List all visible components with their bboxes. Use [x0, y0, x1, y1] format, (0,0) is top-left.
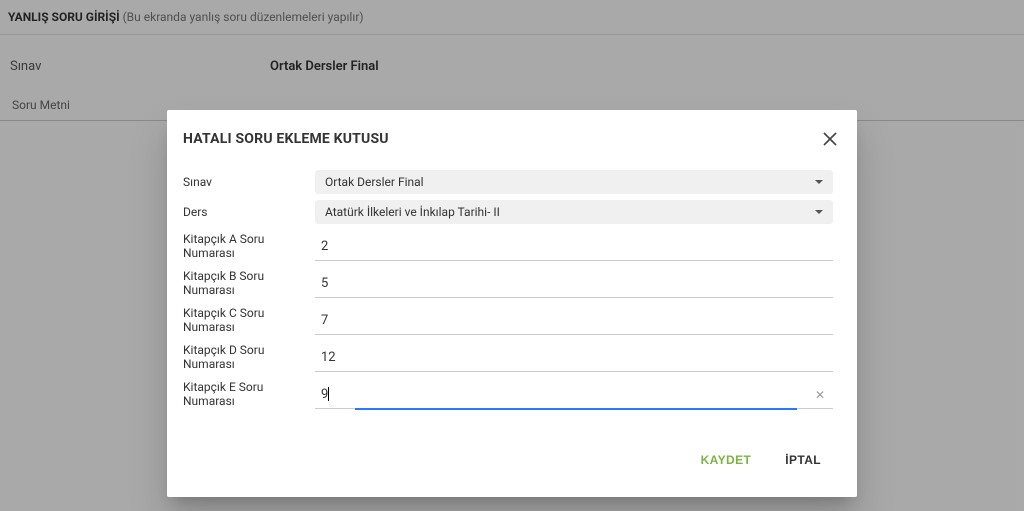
input-kit-a-value: 2 — [321, 239, 328, 254]
dialog-body: Sınav Ortak Dersler Final Ders Atatürk İ… — [167, 164, 857, 419]
input-kit-c[interactable]: 7 — [315, 304, 833, 335]
close-icon — [823, 132, 837, 146]
text-cursor — [328, 387, 329, 401]
clear-input-button[interactable]: ✕ — [813, 388, 827, 402]
chevron-down-icon — [815, 180, 823, 184]
label-sinav: Sınav — [183, 175, 315, 189]
input-kit-c-value: 7 — [321, 313, 328, 328]
input-kit-b[interactable]: 5 — [315, 267, 833, 298]
cancel-button[interactable]: İPTAL — [777, 447, 829, 473]
input-kit-b-value: 5 — [321, 276, 328, 291]
chevron-down-icon — [815, 210, 823, 214]
input-kit-a[interactable]: 2 — [315, 230, 833, 261]
select-ders-value: Atatürk İlkeleri ve İnkılap Tarihi- II — [325, 205, 500, 219]
input-kit-d-value: 12 — [321, 350, 336, 365]
select-sinav[interactable]: Ortak Dersler Final — [315, 170, 833, 194]
label-kit-b: Kitapçık B Soru Numarası — [183, 269, 315, 297]
row-sinav: Sınav Ortak Dersler Final — [183, 170, 833, 194]
input-kit-d[interactable]: 12 — [315, 341, 833, 372]
row-ders: Ders Atatürk İlkeleri ve İnkılap Tarihi-… — [183, 200, 833, 224]
row-kit-a: Kitapçık A Soru Numarası 2 — [183, 230, 833, 261]
select-ders[interactable]: Atatürk İlkeleri ve İnkılap Tarihi- II — [315, 200, 833, 224]
dialog-header: HATALI SORU EKLEME KUTUSU — [167, 110, 857, 164]
close-button[interactable] — [819, 128, 841, 150]
dialog: HATALI SORU EKLEME KUTUSU Sınav Ortak De… — [167, 110, 857, 497]
row-kit-e: Kitapçık E Soru Numarası 9 ✕ — [183, 378, 833, 409]
select-sinav-value: Ortak Dersler Final — [325, 175, 424, 189]
label-kit-e: Kitapçık E Soru Numarası — [183, 380, 315, 408]
label-ders: Ders — [183, 205, 315, 219]
row-kit-c: Kitapçık C Soru Numarası 7 — [183, 304, 833, 335]
dialog-actions: KAYDET İPTAL — [167, 419, 857, 497]
input-kit-e[interactable]: 9 ✕ — [315, 378, 833, 409]
save-button[interactable]: KAYDET — [693, 447, 760, 473]
label-kit-c: Kitapçık C Soru Numarası — [183, 306, 315, 334]
row-kit-d: Kitapçık D Soru Numarası 12 — [183, 341, 833, 372]
dialog-title: HATALI SORU EKLEME KUTUSU — [183, 131, 389, 147]
row-kit-b: Kitapçık B Soru Numarası 5 — [183, 267, 833, 298]
label-kit-d: Kitapçık D Soru Numarası — [183, 343, 315, 371]
input-kit-e-value: 9 — [321, 387, 329, 402]
label-kit-a: Kitapçık A Soru Numarası — [183, 232, 315, 260]
modal-overlay[interactable]: HATALI SORU EKLEME KUTUSU Sınav Ortak De… — [0, 0, 1024, 511]
